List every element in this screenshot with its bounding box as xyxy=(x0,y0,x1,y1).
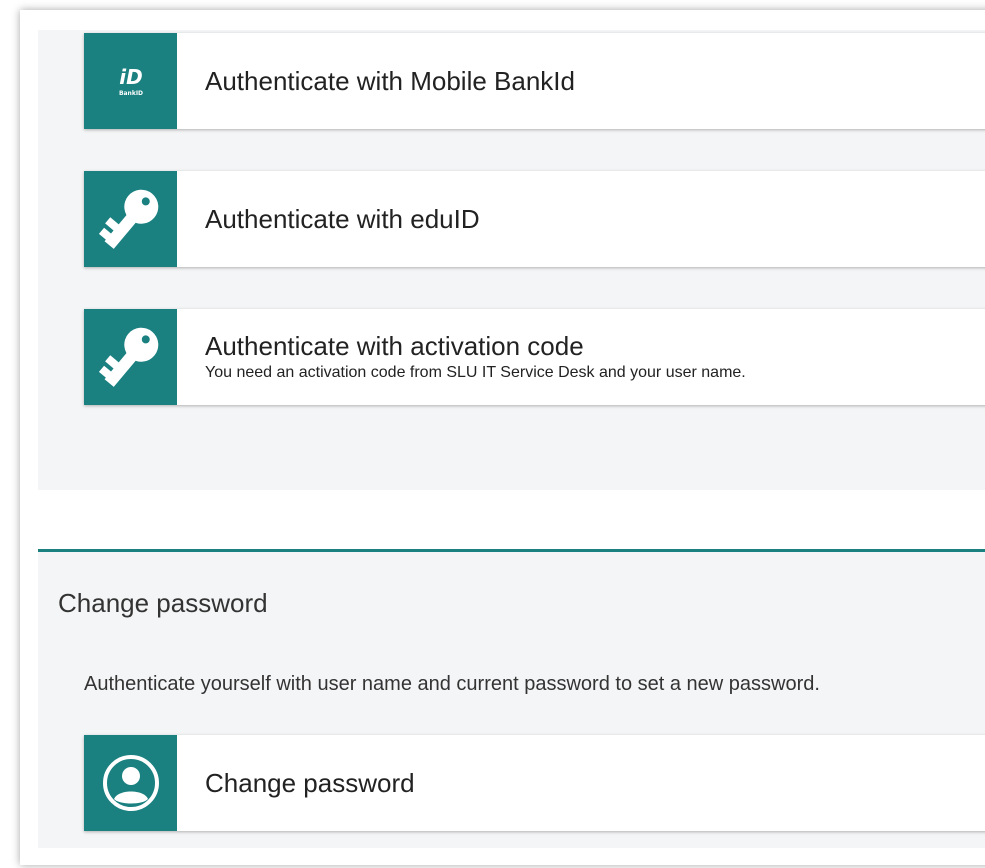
key-icon xyxy=(84,171,177,267)
change-password-section-title: Change password xyxy=(58,588,268,618)
auth-mobile-bankid-button[interactable]: iD BankID Authenticate with Mobile BankI… xyxy=(84,33,985,129)
change-password-button-label: Change password xyxy=(205,768,415,798)
svg-text:iD: iD xyxy=(119,65,142,89)
auth-option-subtitle: You need an activation code from SLU IT … xyxy=(205,364,746,381)
bankid-logo-icon: iD BankID xyxy=(84,33,177,129)
user-circle-icon xyxy=(84,735,177,831)
change-password-description: Authenticate yourself with user name and… xyxy=(84,673,820,695)
bankid-logo-text: BankID xyxy=(118,90,142,97)
auth-option-title: Authenticate with activation code xyxy=(205,331,584,361)
auth-option-title: Authenticate with eduID xyxy=(205,204,480,234)
auth-eduid-button[interactable]: Authenticate with eduID xyxy=(84,171,985,267)
auth-option-title: Authenticate with Mobile BankId xyxy=(205,66,575,96)
auth-activation-code-button[interactable]: Authenticate with activation code You ne… xyxy=(84,309,985,405)
change-password-button[interactable]: Change password xyxy=(84,735,985,831)
key-icon xyxy=(84,309,177,405)
